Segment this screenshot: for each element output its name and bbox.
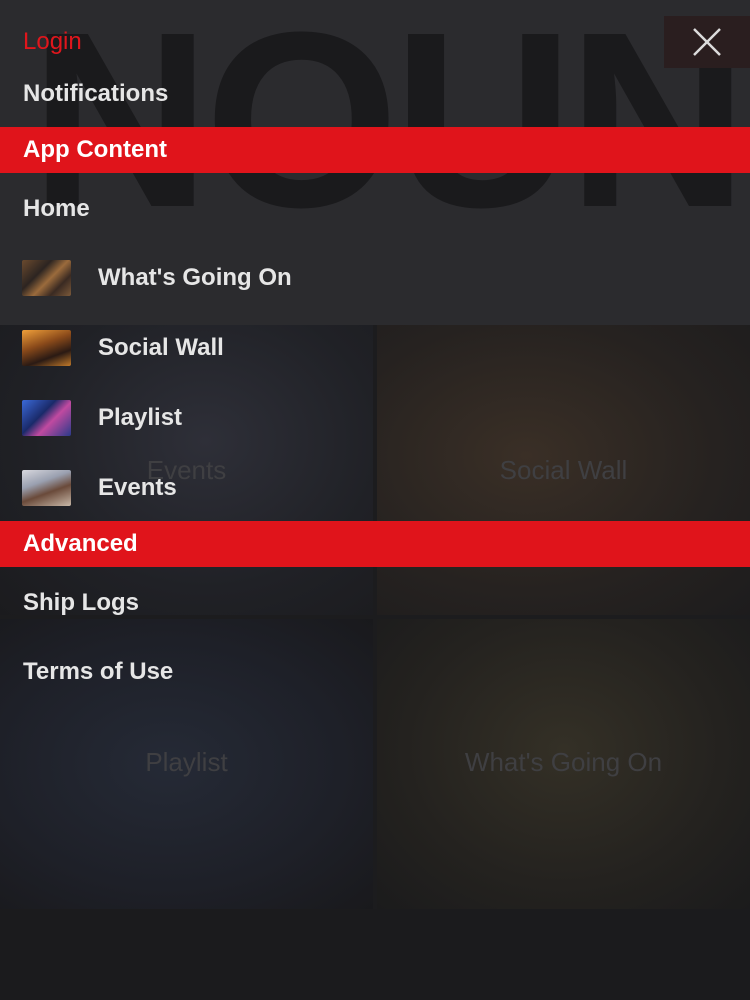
- menu-item-label: Playlist: [98, 404, 183, 431]
- section-label: Advanced: [23, 530, 138, 557]
- menu-item-login[interactable]: Login: [0, 22, 750, 62]
- menu-item-events[interactable]: Events: [0, 466, 750, 510]
- section-header-advanced: Advanced: [0, 521, 750, 567]
- menu-item-social-wall[interactable]: Social Wall: [0, 326, 750, 370]
- menu-item-label: Login: [23, 28, 82, 55]
- menu-item-notifications[interactable]: Notifications: [0, 74, 750, 114]
- menu-item-label: Social Wall: [98, 334, 224, 361]
- menu-item-label: What's Going On: [98, 264, 292, 291]
- tile-label-playlist: Playlist: [145, 747, 228, 777]
- playlist-thumbnail: [22, 400, 71, 436]
- menu-item-ship-logs[interactable]: Ship Logs: [0, 583, 750, 623]
- background-footer: [0, 909, 750, 1000]
- menu-item-label: Home: [23, 195, 90, 222]
- menu-item-label: Notifications: [23, 80, 169, 107]
- menu-item-whats-going-on[interactable]: What's Going On: [0, 256, 750, 300]
- menu-item-label: Terms of Use: [23, 658, 174, 685]
- menu-item-label: Ship Logs: [23, 589, 139, 616]
- section-label: App Content: [23, 136, 167, 163]
- menu-item-home[interactable]: Home: [0, 189, 750, 229]
- events-thumbnail: [22, 470, 71, 506]
- tile-label-whats-going-on: What's Going On: [464, 747, 663, 777]
- menu-item-label: Events: [98, 474, 177, 501]
- menu-item-terms-of-use[interactable]: Terms of Use: [0, 652, 750, 692]
- social-wall-thumbnail: [22, 330, 71, 366]
- section-header-app-content: App Content: [0, 127, 750, 173]
- menu-item-playlist[interactable]: Playlist: [0, 396, 750, 440]
- whats-going-on-thumbnail: [22, 260, 71, 296]
